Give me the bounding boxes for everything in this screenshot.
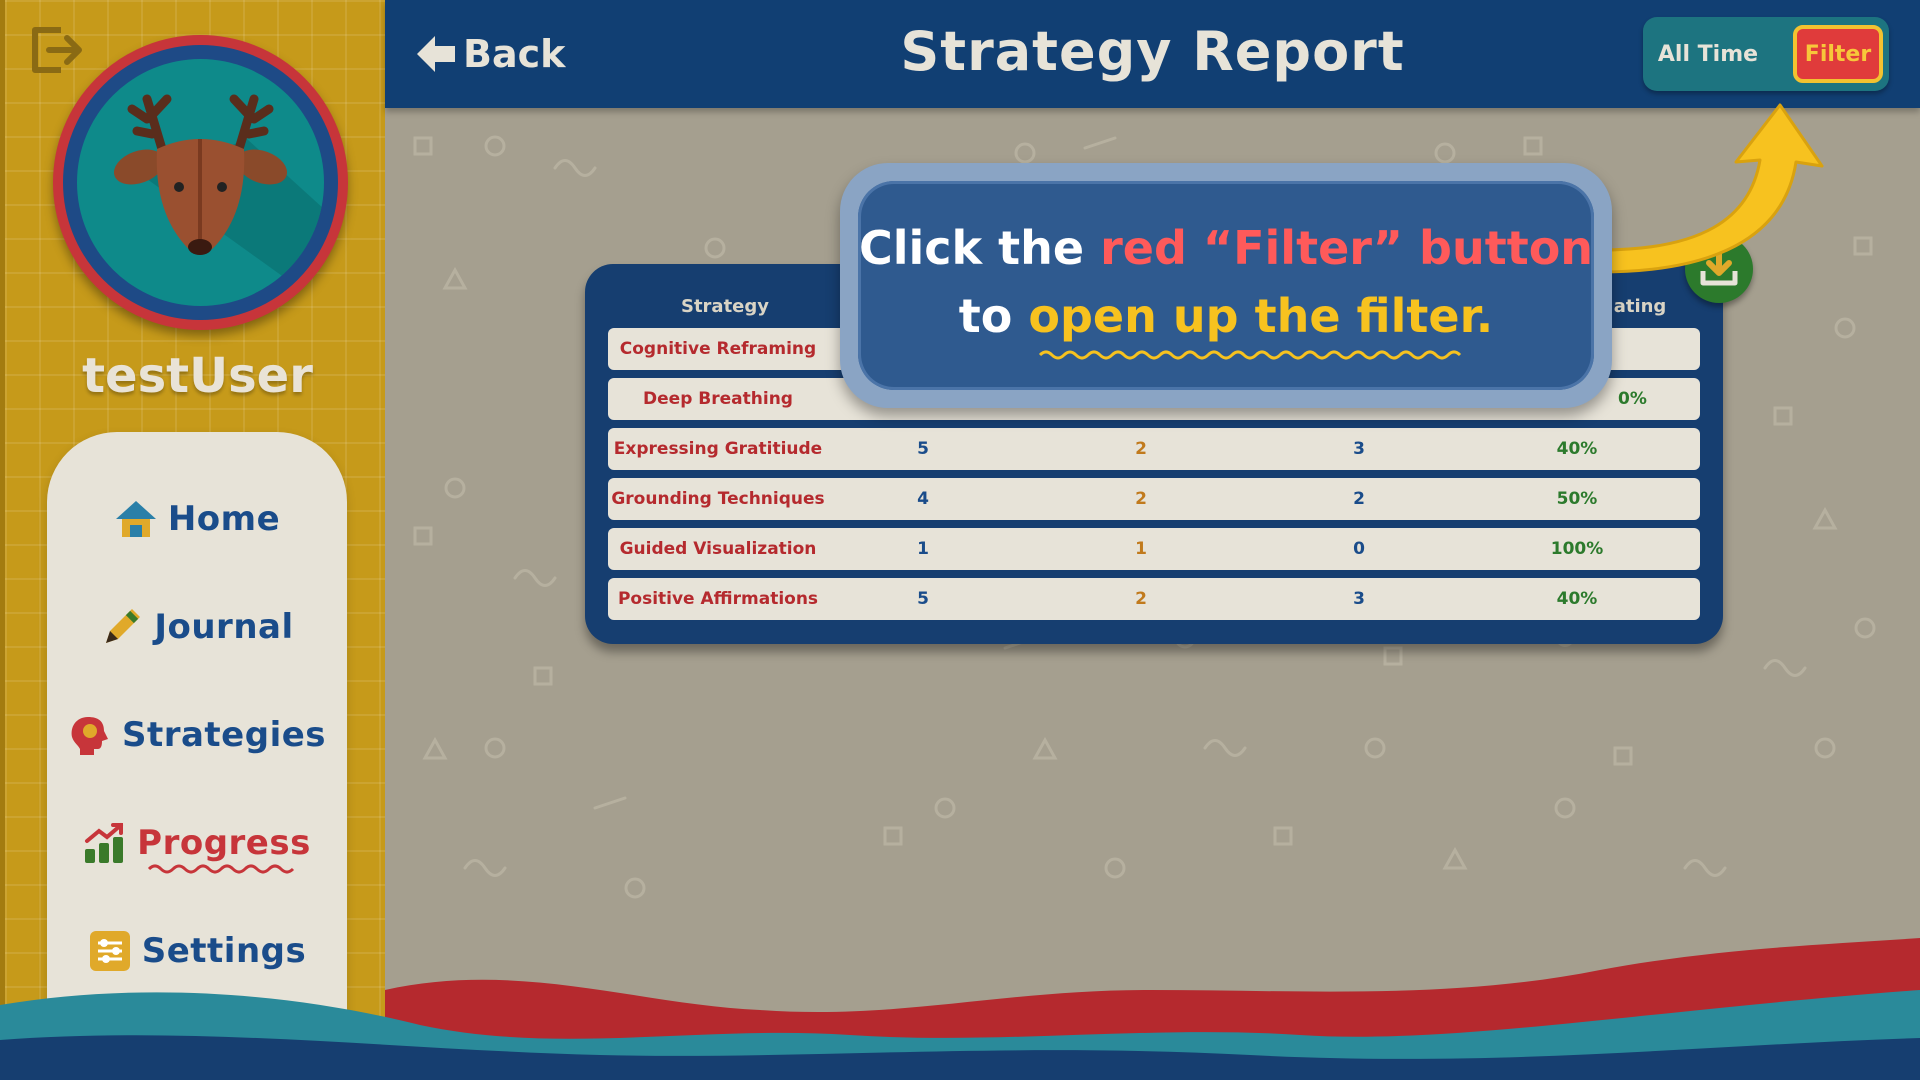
tutorial-tooltip: Click the red “Filter” button to open up… bbox=[840, 163, 1612, 408]
filter-button[interactable]: Filter bbox=[1793, 25, 1883, 83]
pencil-icon bbox=[106, 609, 141, 643]
active-underline bbox=[147, 864, 295, 874]
nav-label-home: Home bbox=[167, 499, 281, 539]
logout-button[interactable] bbox=[27, 22, 87, 78]
cell-not-helped: 0 bbox=[1353, 539, 1365, 559]
cell-strategy: Guided Visualization bbox=[619, 539, 817, 559]
nav-label-progress: Progress bbox=[137, 823, 311, 863]
cell-helped: 1 bbox=[1135, 539, 1147, 559]
cell-strategy: Grounding Techniques bbox=[611, 489, 825, 509]
cell-strategy: Positive Affirmations bbox=[617, 589, 819, 609]
table-row: Guided Visualization 1 1 0 100% bbox=[608, 528, 1700, 570]
tutorial-tooltip-body: Click the red “Filter” button to open up… bbox=[858, 181, 1594, 390]
tutorial-line-2-prefix: to bbox=[958, 289, 1029, 343]
table-row: Positive Affirmations 5 2 3 40% bbox=[608, 578, 1700, 620]
tutorial-line-2-highlight: open up the filter. bbox=[1028, 289, 1494, 343]
nav-item-strategies[interactable]: Strategies bbox=[47, 700, 347, 770]
cell-rating: 40% bbox=[1556, 589, 1598, 609]
cell-strategy: Deep Breathing bbox=[643, 389, 793, 409]
cell-total: 5 bbox=[917, 439, 929, 459]
cell-helped: 2 bbox=[1135, 439, 1147, 459]
deer-icon bbox=[113, 94, 324, 306]
logout-icon bbox=[32, 27, 82, 73]
cell-rating: 50% bbox=[1556, 489, 1598, 509]
house-icon bbox=[115, 501, 156, 537]
nav-label-strategies: Strategies bbox=[121, 715, 327, 755]
cell-rating: 100% bbox=[1550, 539, 1604, 559]
tutorial-line-1-prefix: Click the bbox=[858, 221, 1101, 275]
decorative-waves bbox=[0, 938, 1920, 1080]
tutorial-line-1: Click the red “Filter” button bbox=[858, 221, 1594, 275]
column-header-strategy: Strategy bbox=[680, 296, 770, 317]
avatar bbox=[53, 35, 348, 330]
chart-up-icon bbox=[85, 823, 124, 863]
username: testUser bbox=[82, 348, 313, 404]
table-row: Expressing Gratitiude 5 2 3 40% bbox=[608, 428, 1700, 470]
cell-total: 4 bbox=[917, 489, 929, 509]
cell-not-helped: 3 bbox=[1353, 589, 1365, 609]
header: Back Strategy Report All Time Filter bbox=[385, 0, 1920, 108]
tutorial-line-1-highlight: red “Filter” button bbox=[1100, 221, 1594, 275]
nav-item-journal[interactable]: Journal bbox=[47, 592, 347, 662]
nav-item-home[interactable]: Home bbox=[47, 484, 347, 554]
nav-item-progress[interactable]: Progress bbox=[47, 808, 347, 878]
cell-total: 5 bbox=[917, 589, 929, 609]
head-icon bbox=[71, 717, 108, 755]
cell-not-helped: 2 bbox=[1353, 489, 1365, 509]
cell-total: 1 bbox=[917, 539, 929, 559]
filter-group: All Time Filter bbox=[1643, 17, 1889, 91]
sidebar: testUser Home Journal Strategies Progres… bbox=[0, 0, 385, 1080]
cell-rating: 40% bbox=[1556, 439, 1598, 459]
nav-label-journal: Journal bbox=[154, 607, 294, 647]
cell-helped: 2 bbox=[1135, 489, 1147, 509]
time-range-button[interactable]: All Time bbox=[1643, 17, 1773, 91]
cell-strategy: Cognitive Reframing bbox=[619, 339, 817, 359]
tutorial-line-2: to open up the filter. bbox=[858, 289, 1594, 343]
cell-helped: 2 bbox=[1135, 589, 1147, 609]
cell-strategy: Expressing Gratitiude bbox=[613, 439, 823, 459]
cell-rating: 0% bbox=[1618, 389, 1647, 409]
cell-not-helped: 3 bbox=[1353, 439, 1365, 459]
tutorial-underline bbox=[1038, 350, 1462, 360]
table-row: Grounding Techniques 4 2 2 50% bbox=[608, 478, 1700, 520]
